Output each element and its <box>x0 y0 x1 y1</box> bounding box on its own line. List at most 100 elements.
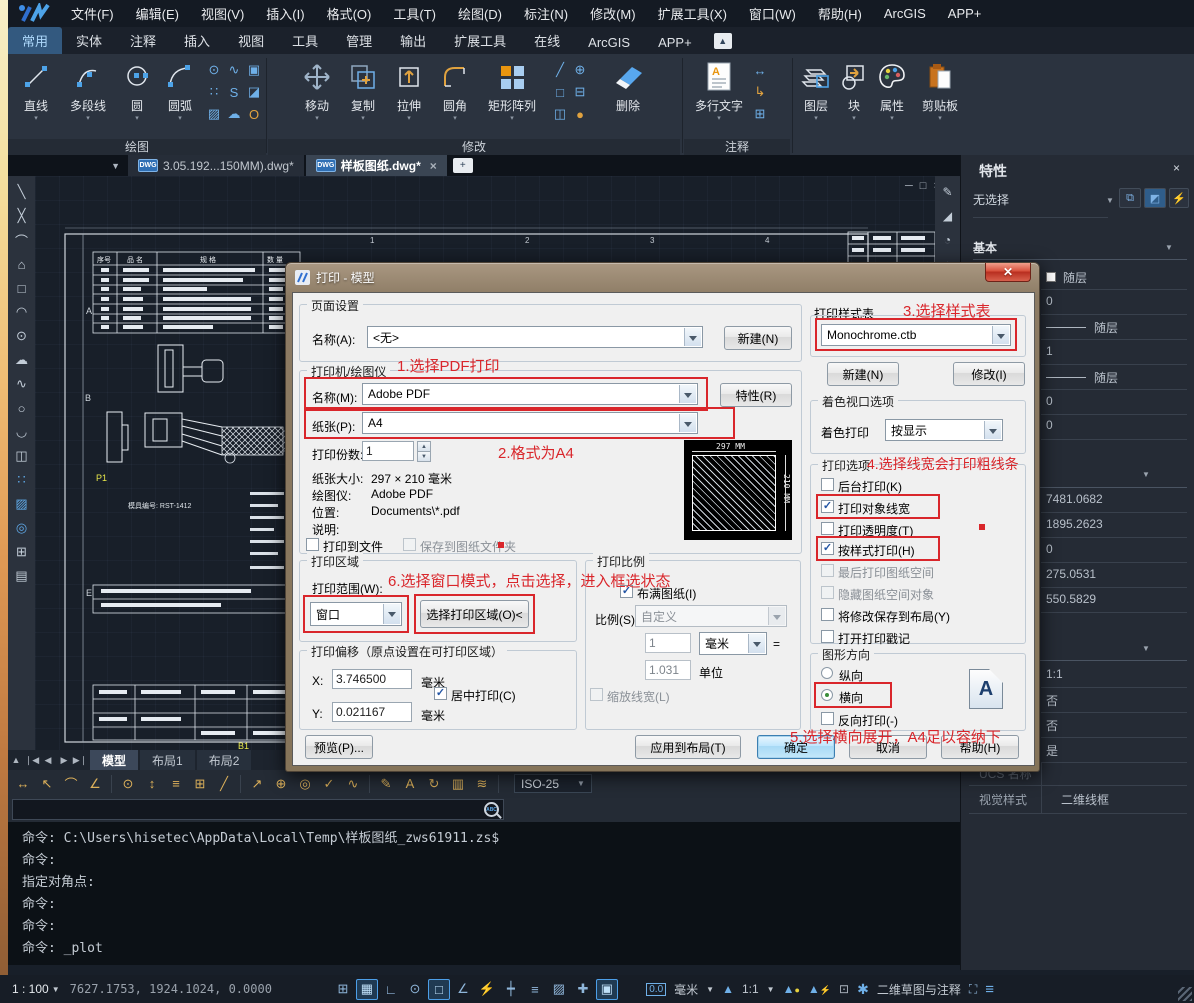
dynamic-ucs-icon[interactable]: ▣ <box>596 979 618 1000</box>
select-objects-icon[interactable]: ⧉ <box>1119 188 1141 208</box>
mirror-icon[interactable]: ◫ <box>550 103 570 125</box>
polygon-tool-icon[interactable]: ⌂ <box>18 252 26 276</box>
measure-icon[interactable]: ◔ <box>944 228 951 252</box>
document-tab-2-active[interactable]: DWG 样板图纸.dwg* × <box>306 155 447 176</box>
ortho-toggle-icon[interactable]: ∟ <box>380 979 402 1000</box>
ribbon-tab-tools[interactable]: 工具 <box>278 27 332 54</box>
section-basic[interactable]: 基本 <box>973 239 997 256</box>
fillet-button[interactable]: 圆角▾ <box>434 58 476 122</box>
ribbon-tab-insert[interactable]: 插入 <box>170 27 224 54</box>
menu-file[interactable]: 文件(F) <box>60 4 125 23</box>
donut-tool-icon[interactable]: ◎ <box>16 516 27 540</box>
offset-y-input[interactable] <box>332 702 412 722</box>
osnap-toggle-icon[interactable]: □ <box>428 979 450 1000</box>
cloud-icon[interactable]: ☁ <box>224 103 244 125</box>
fullscreen-icon[interactable]: ⛶ <box>969 982 977 997</box>
plot-transparency-checkbox[interactable] <box>821 522 834 535</box>
dim-radius-icon[interactable]: ⊙ <box>117 776 139 792</box>
ellipse-tool-icon[interactable]: ○ <box>18 396 26 420</box>
donut-icon[interactable]: O <box>244 103 264 125</box>
polyline-button[interactable]: 多段线▾ <box>60 58 116 122</box>
break-icon[interactable]: ● <box>570 103 590 125</box>
menu-arcgis[interactable]: ArcGIS <box>873 6 937 21</box>
prop-value[interactable]: 1 <box>1046 344 1053 358</box>
style-new-button[interactable]: 新建(N) <box>827 362 899 386</box>
dim-style-dropdown[interactable]: ISO-25 ▼ <box>514 774 592 793</box>
xline-tool-icon[interactable]: ╳ <box>18 204 26 228</box>
prop-value[interactable]: 0 <box>1046 394 1053 408</box>
ribbon-tab-annotate[interactable]: 注释 <box>116 27 170 54</box>
save-changes-layout-checkbox[interactable] <box>821 608 834 621</box>
prop-visualstyle-value[interactable]: 二维线框 <box>1061 791 1109 808</box>
style-modify-button[interactable]: 修改(I) <box>953 362 1025 386</box>
align-triangles-icon[interactable]: ◢ <box>943 204 952 228</box>
prop-geom-value[interactable]: 1895.2623 <box>1046 517 1103 531</box>
page-setup-new-button[interactable]: 新建(N) <box>724 326 792 350</box>
spline-tool-icon[interactable]: ∿ <box>16 372 27 396</box>
new-tab-icon[interactable]: + <box>453 158 473 173</box>
dim-aligned-icon[interactable]: ↖ <box>36 776 58 792</box>
menu-tools[interactable]: 工具(T) <box>382 4 447 23</box>
mtext-button[interactable]: A 多行文字▾ <box>690 58 748 122</box>
apply-to-layout-button[interactable]: 应用到布局(T) <box>635 735 741 759</box>
circle-tool-icon[interactable]: ⊙ <box>16 324 27 348</box>
save-to-folder-checkbox[interactable] <box>403 538 416 551</box>
dim-edit-icon[interactable]: ✎ <box>375 776 397 792</box>
prop-geom-value[interactable]: 7481.0682 <box>1046 492 1103 506</box>
menu-edit[interactable]: 编辑(E) <box>125 4 190 23</box>
dim-check-icon[interactable]: ✓ <box>318 776 340 792</box>
tab-layout1[interactable]: 布局1 <box>140 750 195 771</box>
tab-model[interactable]: 模型 <box>90 750 138 771</box>
menu-insert[interactable]: 插入(I) <box>255 4 315 23</box>
menu-format[interactable]: 格式(O) <box>316 4 383 23</box>
prop-view-value[interactable]: 否 <box>1046 717 1058 734</box>
color-swatch[interactable] <box>1046 272 1056 282</box>
trim-icon[interactable]: ╱ <box>550 59 570 81</box>
menu-window[interactable]: 窗口(W) <box>738 4 807 23</box>
prop-linetype-value[interactable]: 随层 <box>1094 319 1118 336</box>
dim-jog-icon[interactable]: ∿ <box>342 776 364 792</box>
scale-dropdown[interactable]: 自定义 <box>635 605 787 627</box>
dim-continue-icon[interactable]: ⊞ <box>189 776 211 792</box>
dim-baseline-icon[interactable]: ≡ <box>165 776 187 791</box>
workspace-label[interactable]: 二维草图与注释 <box>877 981 961 998</box>
offset-icon[interactable]: □ <box>550 81 570 103</box>
circle-button[interactable]: 圆▾ <box>118 58 156 122</box>
app-logo-icon[interactable] <box>8 0 60 27</box>
revcloud-icon[interactable]: ⊙ <box>204 59 224 81</box>
doc-tab-menu-icon[interactable]: ▼ <box>8 155 128 176</box>
quick-select-icon[interactable]: ◩ <box>1144 188 1166 208</box>
ribbon-tab-solid[interactable]: 实体 <box>62 27 116 54</box>
copies-input[interactable] <box>362 441 414 461</box>
snap-toggle-icon[interactable]: ▦ <box>356 979 378 1000</box>
line-button[interactable]: 直线▾ <box>14 58 58 122</box>
copy-button[interactable]: 复制▾ <box>342 58 384 122</box>
dimension-icon[interactable]: ↔ <box>750 59 770 81</box>
search-box[interactable]: ABC <box>12 799 504 820</box>
prev-layout-icon[interactable]: ◀ <box>40 755 56 766</box>
preview-button[interactable]: 预览(P)... <box>305 735 373 759</box>
ribbon-tab-home[interactable]: 常用 <box>8 27 62 54</box>
center-plot-checkbox[interactable]: ✓ <box>434 687 447 700</box>
restore-icon[interactable]: □ <box>920 180 934 192</box>
plot-to-file-checkbox[interactable] <box>306 538 319 551</box>
transparency-toggle-icon[interactable]: ≡ <box>524 979 546 1000</box>
line-tool-icon[interactable]: ╲ <box>18 180 26 204</box>
text-tool-icon[interactable]: ▤ <box>15 564 27 588</box>
arc2-tool-icon[interactable]: ◠ <box>16 300 27 324</box>
arc-button[interactable]: 圆弧▾ <box>158 58 202 122</box>
menu-modify[interactable]: 修改(M) <box>579 4 647 23</box>
unit-label[interactable]: 毫米 <box>674 981 698 998</box>
hatch-toggle-icon[interactable]: ▨ <box>548 979 570 1000</box>
annotate-pen-icon[interactable]: ✎ <box>942 180 952 204</box>
grid-toggle-icon[interactable]: ⊞ <box>332 979 354 1000</box>
cloud-tool-icon[interactable]: ☁ <box>15 348 28 372</box>
dim-style-icon[interactable]: ▥ <box>447 776 469 792</box>
hatch-tool-icon[interactable]: ▨ <box>15 492 27 516</box>
lineweight-badge[interactable]: 0.0 <box>646 983 666 996</box>
dim-update-icon[interactable]: ↻ <box>423 776 445 792</box>
tolerance-icon[interactable]: ⊕ <box>270 776 292 792</box>
auto-scale-icon[interactable]: ▲⚡ <box>808 982 831 996</box>
point-tool-icon[interactable]: ∷ <box>17 468 25 492</box>
menu-express[interactable]: 扩展工具(X) <box>647 4 738 23</box>
